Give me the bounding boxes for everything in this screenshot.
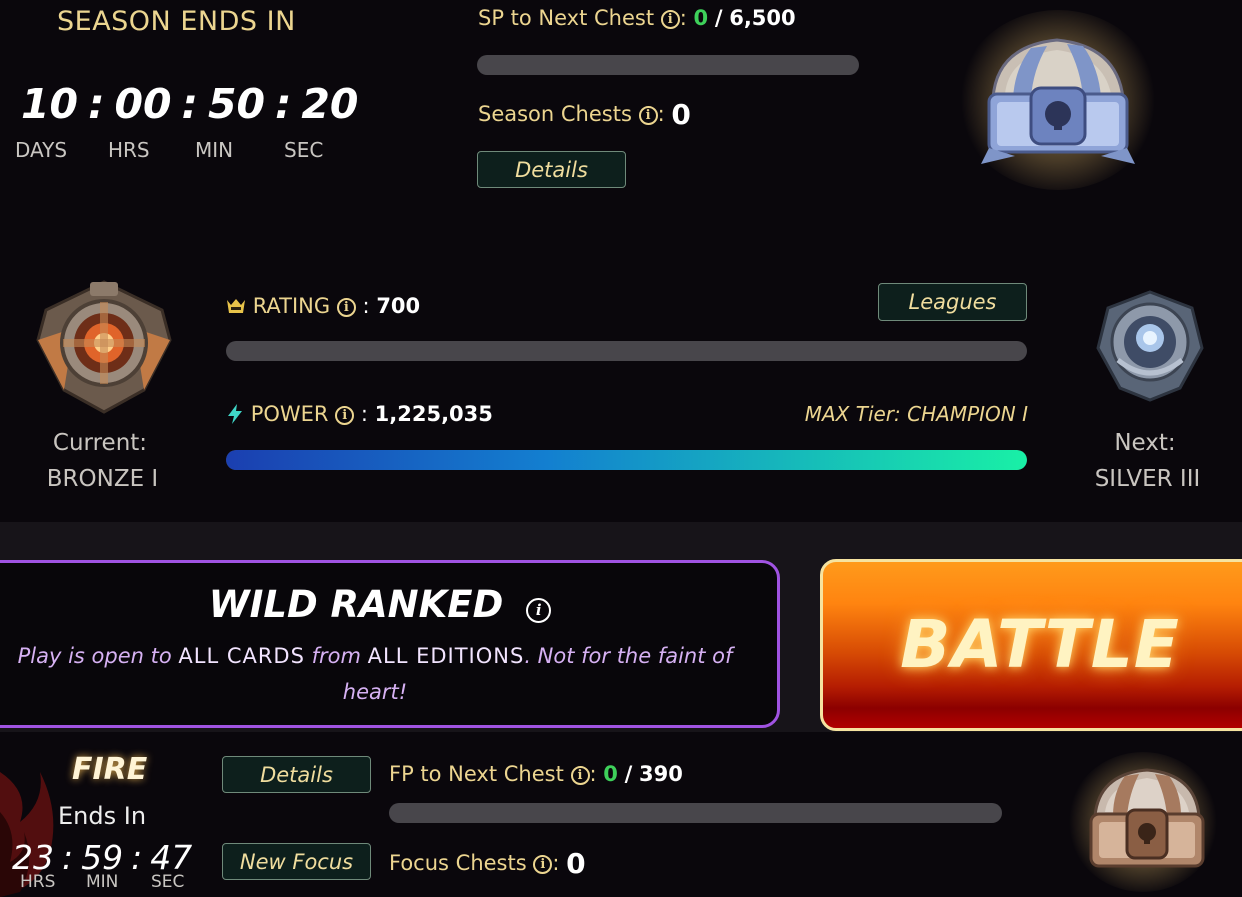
focus-element: FIRE — [72, 752, 148, 787]
fp-label: FP to Next Chest — [389, 762, 564, 786]
next-league-badge — [1096, 290, 1204, 402]
focus-ends-in: Ends In — [58, 802, 147, 830]
new-focus-button[interactable]: New Focus — [222, 843, 371, 880]
focus-chests: Focus Chests i: 0 — [389, 847, 586, 880]
info-icon[interactable]: i — [526, 598, 552, 623]
rating-value: 700 — [376, 294, 421, 318]
next-rank-value: SILVER III — [1094, 466, 1201, 492]
season-unit-sec: SEC — [284, 138, 324, 162]
season-sec: 20 — [301, 80, 359, 128]
season-hrs: 00 — [114, 80, 172, 128]
fp-current: 0 — [603, 762, 618, 786]
info-icon[interactable]: i — [533, 854, 553, 874]
power-label: POWER — [250, 402, 329, 426]
mode-desc-all-editions: ALL EDITIONS — [367, 644, 525, 668]
season-unit-days: DAYS — [15, 138, 68, 162]
current-league-badge — [36, 280, 172, 414]
rating-crown-icon — [227, 299, 245, 313]
sp-label: SP to Next Chest — [478, 6, 655, 30]
focus-unit-hrs: HRS — [20, 872, 56, 892]
fp-to-next-chest: FP to Next Chest i: 0 / 390 — [389, 762, 683, 786]
max-tier-label: MAX Tier: CHAMPION I — [804, 402, 1028, 426]
focus-details-button[interactable]: Details — [222, 756, 371, 793]
focus-unit-min: MIN — [86, 872, 119, 892]
current-rank-value: BRONZE I — [46, 466, 159, 492]
season-title: SEASON ENDS IN — [57, 6, 296, 37]
season-chests: Season Chests i: 0 — [478, 98, 691, 131]
mode-desc-all-cards: ALL CARDS — [178, 644, 305, 668]
season-unit-min: MIN — [195, 138, 234, 162]
info-icon[interactable]: i — [660, 9, 680, 29]
season-chests-label: Season Chests — [478, 102, 632, 126]
power-value: 1,225,035 — [374, 402, 493, 426]
next-rank-label: Next: — [1114, 430, 1176, 456]
focus-chests-label: Focus Chests — [389, 851, 527, 875]
season-countdown: 10:00:50:20 — [21, 80, 359, 128]
mode-title: WILD RANKED — [208, 583, 504, 626]
leagues-button[interactable]: Leagues — [878, 283, 1027, 321]
info-icon[interactable]: i — [335, 405, 355, 425]
rating-line: RATING i : 700 — [226, 294, 420, 318]
season-unit-hrs: HRS — [108, 138, 150, 162]
power-line: POWER i : 1,225,035 — [226, 402, 493, 426]
focus-chest-image[interactable] — [1083, 762, 1211, 884]
season-days: 10 — [21, 80, 79, 128]
power-progress-bar — [226, 450, 1027, 470]
season-chests-value: 0 — [671, 98, 691, 131]
mode-desc-text-2: from — [311, 644, 361, 668]
sp-to-next-chest: SP to Next Chest i: 0 / 6,500 — [478, 6, 796, 30]
info-icon[interactable]: i — [638, 105, 658, 125]
sp-target: 6,500 — [729, 6, 796, 30]
rating-progress-bar — [226, 341, 1027, 361]
info-icon[interactable]: i — [570, 765, 590, 785]
season-chest-image[interactable] — [975, 28, 1140, 173]
fp-progress-bar — [389, 803, 1002, 823]
fp-target: 390 — [638, 762, 683, 786]
lightning-bolt-icon — [228, 404, 242, 424]
focus-chests-value: 0 — [566, 847, 586, 880]
rating-label: RATING — [252, 294, 331, 318]
sp-separator: / — [714, 6, 723, 30]
focus-unit-sec: SEC — [151, 872, 185, 892]
season-min: 50 — [207, 80, 265, 128]
current-rank-label: Current: — [52, 430, 148, 456]
season-details-button[interactable]: Details — [477, 151, 626, 188]
sp-current: 0 — [693, 6, 709, 30]
sp-progress-bar — [477, 55, 859, 75]
info-icon[interactable]: i — [336, 297, 356, 317]
fp-separator: / — [624, 762, 633, 786]
mode-description: Play is open to ALL CARDS from ALL EDITI… — [10, 638, 740, 710]
mode-title-row: WILD RANKED i — [0, 583, 760, 626]
battle-button-label: BATTLE — [900, 606, 1180, 683]
mode-desc-text-1: Play is open to — [17, 644, 172, 668]
